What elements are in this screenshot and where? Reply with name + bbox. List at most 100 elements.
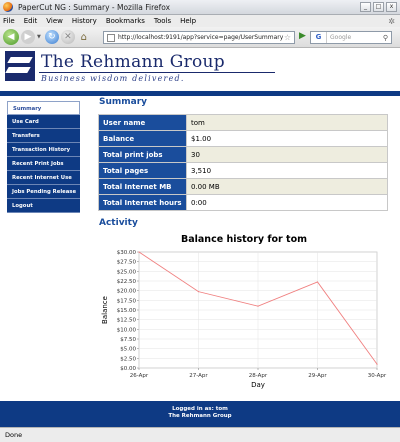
sidebar-item-recent-print-jobs[interactable]: Recent Print Jobs — [7, 157, 80, 171]
footer-login-text: Logged in as: tom — [172, 406, 228, 412]
home-button[interactable]: ⌂ — [77, 30, 91, 44]
site-footer: Logged in as: tom The Rehmann Group — [0, 401, 400, 427]
site-header: The Rehmann Group Business wisdom delive… — [0, 48, 400, 88]
y-tick-label: $12.50 — [117, 318, 137, 324]
balance-chart: Balance history for tom $0.00 $2.50 $5.00 $… — [99, 232, 389, 402]
table-row: Total Internet hours 0:00 — [98, 194, 388, 211]
forward-button[interactable]: ▶ — [21, 30, 35, 44]
y-tick-label: $25.00 — [117, 269, 137, 275]
chart-plot: $0.00 $2.50 $5.00 $7.50 $10.00 $12.50 $15.00 $1… — [101, 250, 387, 389]
close-button[interactable]: x — [386, 2, 397, 12]
table-row: Total Internet MB 0.00 MB — [98, 178, 388, 195]
reload-icon: ↻ — [48, 32, 56, 42]
stop-icon: ✕ — [64, 32, 72, 42]
x-tick-label: 27-Apr — [189, 373, 208, 379]
menu-help[interactable]: Help — [180, 17, 196, 25]
sidebar-item-logout[interactable]: Logout — [7, 199, 80, 213]
y-tick-label: $20.00 — [117, 289, 137, 295]
address-bar[interactable]: http://localhost:9191/app?service=page/U… — [103, 31, 295, 44]
sidebar-item-recent-internet-use[interactable]: Recent Internet Use — [7, 171, 80, 185]
sidebar-item-summary[interactable]: Summary — [7, 101, 80, 115]
row-value: 30 — [186, 146, 388, 163]
sidebar-item-jobs-pending-release[interactable]: Jobs Pending Release — [7, 185, 80, 199]
y-tick-label: $0.00 — [120, 366, 136, 372]
page-content: The Rehmann Group Business wisdom delive… — [0, 48, 400, 427]
window-title: PaperCut NG : Summary - Mozilla Firefox — [18, 2, 171, 12]
sidebar-nav: Summary Use Card Transfers Transaction H… — [7, 101, 80, 213]
search-box[interactable]: G Google ⚲ — [310, 31, 392, 44]
brand-name: The Rehmann Group — [41, 52, 225, 72]
row-label: Total Internet MB — [98, 178, 187, 195]
y-tick-label: $27.50 — [117, 260, 137, 266]
search-input[interactable]: Google — [330, 34, 351, 41]
sidebar-item-use-card[interactable]: Use Card — [7, 115, 80, 129]
y-tick-label: $10.00 — [117, 327, 137, 333]
data-point — [257, 305, 259, 307]
row-label: Balance — [98, 130, 187, 147]
y-tick-label: $5.00 — [120, 347, 136, 353]
activity-throbber-icon: ✲ — [388, 16, 395, 26]
row-label: User name — [98, 114, 187, 131]
x-tick-label: 28-Apr — [249, 373, 268, 379]
row-value: 3,510 — [186, 162, 388, 179]
table-row: Total print jobs 30 — [98, 146, 388, 163]
window-controls: _ □ x — [360, 2, 397, 12]
rehmann-logo-icon — [5, 51, 35, 81]
window-titlebar: PaperCut NG : Summary - Mozilla Firefox … — [0, 0, 400, 15]
sidebar-item-transfers[interactable]: Transfers — [7, 129, 80, 143]
data-point — [197, 291, 200, 293]
row-value: tom — [186, 114, 388, 131]
menu-bookmarks[interactable]: Bookmarks — [106, 17, 145, 25]
row-label: Total Internet hours — [98, 194, 187, 211]
firefox-logo-icon — [3, 2, 13, 12]
x-axis-label: Day — [251, 381, 265, 389]
menu-edit[interactable]: Edit — [24, 17, 38, 25]
y-tick-label: $2.50 — [120, 356, 136, 362]
row-value: $1.00 — [186, 130, 388, 147]
brand-divider — [39, 72, 275, 73]
header-bar — [0, 91, 400, 96]
bookmark-star-icon[interactable]: ☆ — [284, 33, 291, 42]
brand-tagline: Business wisdom delivered. — [41, 74, 185, 83]
row-value: 0:00 — [186, 194, 388, 211]
y-tick-label: $30.00 — [117, 250, 137, 256]
menu-file[interactable]: File — [3, 17, 15, 25]
data-point — [376, 363, 378, 365]
row-label: Total print jobs — [98, 146, 187, 163]
menu-tools[interactable]: Tools — [154, 17, 171, 25]
stop-button[interactable]: ✕ — [60, 30, 75, 44]
page-icon — [107, 34, 115, 42]
table-row: Balance $1.00 — [98, 130, 388, 147]
data-point — [138, 251, 140, 253]
footer-company: The Rehmann Group — [168, 413, 232, 419]
activity-heading: Activity — [99, 218, 138, 228]
navigation-toolbar: ◀ ▶ ▼ ↻ ✕ ⌂ http://localhost:9191/app?se… — [0, 27, 400, 48]
y-axis-label: Balance — [101, 296, 109, 324]
menu-view[interactable]: View — [46, 17, 63, 25]
back-arrow-icon: ◀ — [7, 32, 15, 42]
summary-heading: Summary — [99, 97, 148, 107]
row-value: 0.00 MB — [186, 178, 388, 195]
history-dropdown-icon[interactable]: ▼ — [37, 34, 41, 40]
row-label: Total pages — [98, 162, 187, 179]
search-engine-icon[interactable]: G — [311, 32, 327, 43]
search-icon[interactable]: ⚲ — [383, 34, 388, 42]
back-button[interactable]: ◀ — [3, 29, 19, 45]
y-tick-label: $7.50 — [120, 337, 136, 343]
summary-table: User name tom Balance $1.00 Total print … — [98, 114, 388, 211]
menu-bar: File Edit View History Bookmarks Tools H… — [0, 15, 400, 27]
home-icon: ⌂ — [80, 31, 88, 43]
table-row: Total pages 3,510 — [98, 162, 388, 179]
reload-button[interactable]: ↻ — [44, 30, 59, 44]
forward-arrow-icon: ▶ — [24, 32, 32, 42]
table-row: User name tom — [98, 114, 388, 131]
minimize-button[interactable]: _ — [360, 2, 371, 12]
menu-history[interactable]: History — [72, 17, 97, 25]
sidebar-item-transaction-history[interactable]: Transaction History — [7, 143, 80, 157]
x-tick-label: 30-Apr — [368, 373, 387, 379]
chart-title: Balance history for tom — [180, 234, 307, 245]
x-tick-label: 26-Apr — [130, 373, 149, 379]
maximize-button[interactable]: □ — [373, 2, 384, 12]
status-bar: Done — [0, 427, 400, 442]
y-tick-label: $17.50 — [117, 298, 137, 304]
